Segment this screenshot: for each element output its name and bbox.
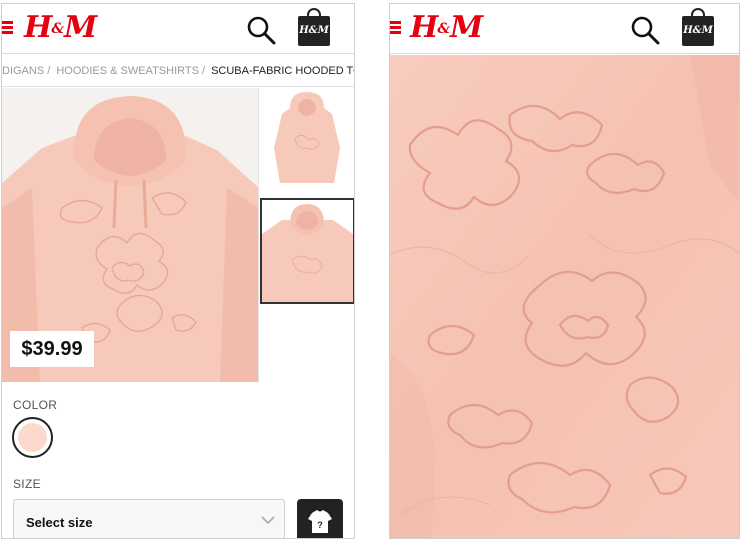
breadcrumb-separator: /	[47, 65, 51, 77]
main-product-image[interactable]: $39.99	[2, 88, 259, 382]
menu-icon[interactable]	[2, 21, 14, 35]
bag-logo-text: H&M	[683, 25, 713, 36]
top-navigation-bar-zoom: H&M H&M	[390, 4, 739, 54]
logo-ampersand: &	[51, 21, 64, 37]
breadcrumb-item-hoodies[interactable]: HOODIES & SWEATSHIRTS	[56, 65, 199, 77]
breadcrumb: DIGANS / HOODIES & SWEATSHIRTS / SCUBA-FAB…	[2, 55, 354, 87]
size-select-dropdown[interactable]: Select size	[13, 499, 285, 538]
logo-letter-h: H	[24, 10, 52, 45]
hm-logo[interactable]: H&M	[410, 10, 483, 45]
logo-letter-h: H	[410, 10, 438, 45]
size-label: SIZE	[13, 477, 41, 491]
logo-ampersand: &	[437, 21, 450, 37]
shopping-bag-icon[interactable]: H&M	[682, 8, 716, 48]
price-tag: $39.99	[10, 331, 94, 367]
color-label: COLOR	[13, 398, 58, 412]
thumbnail-image-2[interactable]	[260, 198, 354, 304]
search-icon[interactable]	[630, 15, 660, 45]
breadcrumb-current: SCUBA-FABRIC HOODED TOP	[211, 65, 354, 77]
hm-logo[interactable]: H&M	[24, 10, 97, 45]
thumbnail-hoodie-front	[260, 88, 354, 194]
shopping-bag-icon[interactable]: H&M	[298, 8, 332, 48]
menu-icon[interactable]	[390, 21, 402, 35]
zoomed-image-panel: H&M H&M	[389, 3, 740, 539]
t-shirt-icon: ?	[308, 510, 332, 533]
zoomed-product-image[interactable]	[390, 55, 739, 538]
breadcrumb-item-cardigans[interactable]: DIGANS	[2, 65, 44, 77]
thumbnail-hoodie-closeup	[262, 200, 353, 302]
chevron-down-icon	[261, 516, 275, 525]
color-swatch-light-pink[interactable]	[12, 417, 53, 458]
logo-letter-m: M	[450, 10, 483, 45]
product-page-panel: H&M H&M DIGANS / HOODIES & SWEATSHIRTS / S…	[1, 3, 355, 539]
svg-text:?: ?	[317, 520, 323, 530]
top-navigation-bar: H&M H&M	[2, 4, 354, 54]
logo-letter-m: M	[64, 10, 97, 45]
fabric-closeup-illustration	[390, 55, 739, 538]
size-select-value: Select size	[26, 515, 93, 530]
bag-logo-text: H&M	[299, 25, 329, 36]
thumbnail-image-1[interactable]	[260, 88, 354, 194]
search-icon[interactable]	[246, 15, 276, 45]
size-guide-button[interactable]: ?	[297, 499, 343, 538]
breadcrumb-separator: /	[201, 65, 205, 77]
